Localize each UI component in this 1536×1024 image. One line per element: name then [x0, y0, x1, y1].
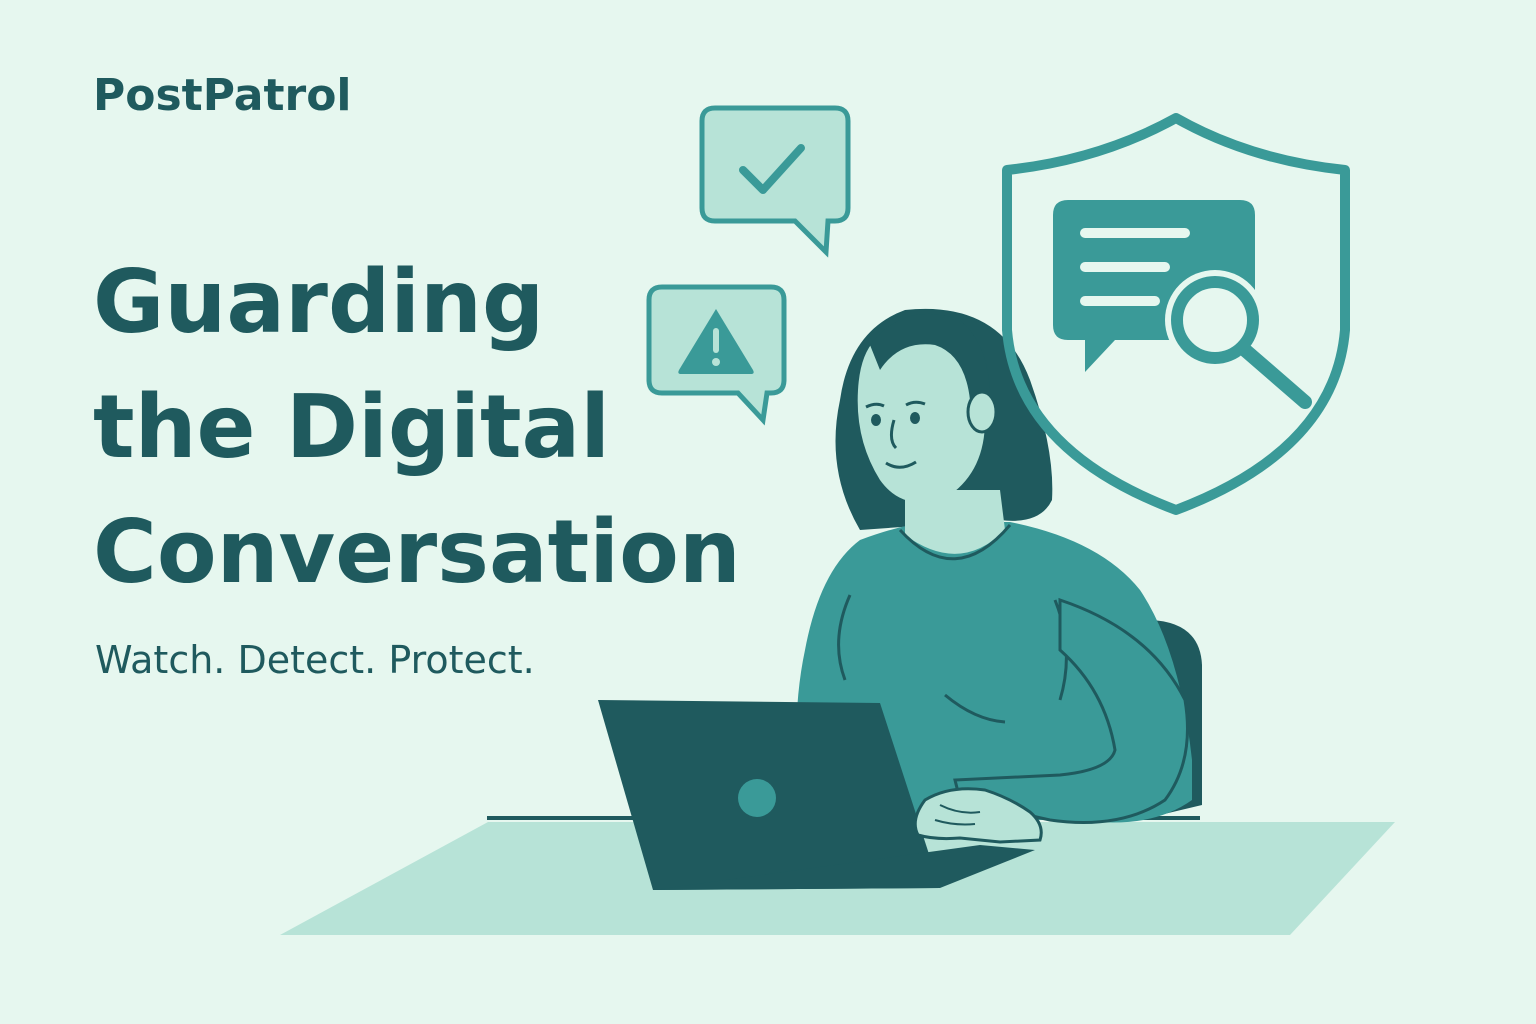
laptop-logo — [738, 779, 776, 817]
person-eye-right — [910, 412, 920, 424]
magnifier-icon — [1165, 270, 1312, 409]
warning-bubble — [646, 284, 787, 426]
illustration — [280, 105, 1395, 935]
shield-icon — [1002, 113, 1350, 515]
person-eye-left — [871, 414, 881, 426]
person-ear — [966, 390, 998, 434]
page: { "brand": { "name": "PostPatrol" }, "he… — [0, 0, 1536, 1024]
approved-bubble — [699, 105, 851, 258]
